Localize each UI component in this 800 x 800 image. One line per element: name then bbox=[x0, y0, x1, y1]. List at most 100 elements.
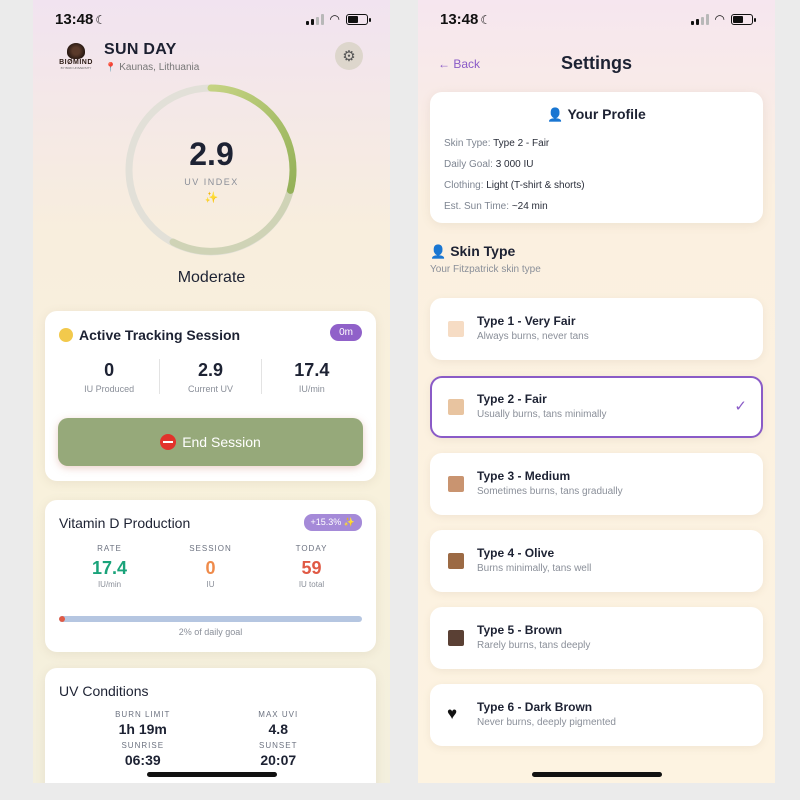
progress-text: 2% of daily goal bbox=[178, 627, 243, 637]
skin-desc: Burns minimally, tans well bbox=[477, 563, 592, 574]
skin-name: Type 6 - Dark Brown bbox=[477, 700, 593, 714]
skin-desc: Always burns, never tans bbox=[477, 331, 589, 342]
skin-swatch bbox=[448, 321, 464, 337]
row-key: Daily Goal: bbox=[444, 159, 493, 170]
uv-conditions-grid: BURN LIMIT 1h 19m MAX UVI 4.8 SUNRISE 06:39… bbox=[75, 710, 346, 768]
settings-gear-button[interactable]: ⚙ bbox=[335, 42, 363, 70]
skin-option-type-3[interactable]: Type 3 - Medium Sometimes burns, tans gr… bbox=[430, 453, 763, 515]
skin-option-type-2[interactable]: Type 2 - Fair Usually burns, tans minima… bbox=[430, 376, 763, 438]
skin-type-subtitle: Your Fitzpatrick skin type bbox=[430, 264, 541, 275]
vitamin-d-stats: RATE 17.4 IU/min SESSION 0 IU TODAY 59 IU tota… bbox=[59, 544, 362, 589]
signal-icon bbox=[305, 13, 324, 25]
stat-value: 17.4 bbox=[294, 360, 330, 380]
skin-option-type-1[interactable]: Type 1 - Very Fair Always burns, never t… bbox=[430, 298, 763, 360]
vd-unit: IU/min bbox=[97, 580, 122, 589]
stat-iu-produced: 0 IU Produced bbox=[59, 359, 159, 394]
black-heart-icon: ♥ bbox=[447, 704, 458, 723]
tracking-title-text: Active Tracking Session bbox=[79, 327, 241, 343]
skin-desc: Rarely burns, tans deeply bbox=[477, 640, 591, 651]
row-value: ~24 min bbox=[511, 201, 548, 212]
vitamin-d-title: Vitamin D Production bbox=[59, 515, 191, 531]
skin-type-heading: 👤 Skin Type bbox=[430, 243, 515, 260]
uvc-header: SUNSET bbox=[259, 741, 298, 750]
vd-value: 17.4 bbox=[91, 558, 128, 578]
change-badge: +15.3% ✨ bbox=[303, 514, 362, 531]
skin-swatch bbox=[448, 399, 464, 415]
tracking-session-card: Active Tracking Session 0m 0 IU Produced … bbox=[45, 311, 376, 481]
skin-desc: Sometimes burns, tans gradually bbox=[477, 486, 623, 497]
burn-limit: BURN LIMIT 1h 19m bbox=[75, 710, 211, 737]
skin-desc: Never burns, deeply pigmented bbox=[477, 717, 616, 728]
settings-screen: 13:48 ☾ ◠ ← Back Settings 👤 Your Profile S… bbox=[418, 0, 775, 783]
home-indicator[interactable] bbox=[146, 772, 277, 777]
uv-level-text: Moderate bbox=[177, 269, 246, 286]
checkmark-icon: ✓ bbox=[734, 398, 747, 415]
smiley-icon bbox=[59, 328, 73, 342]
stat-label: IU/min bbox=[298, 384, 325, 394]
skin-option-type-4[interactable]: Type 4 - Olive Burns minimally, tans wel… bbox=[430, 530, 763, 592]
vd-header: TODAY bbox=[295, 544, 328, 553]
uvc-header: SUNRISE bbox=[121, 741, 165, 750]
uv-index-label: UV INDEX bbox=[184, 177, 239, 187]
vd-unit: IU bbox=[206, 580, 215, 589]
uv-index-value: 2.9 bbox=[189, 136, 234, 172]
app-title: SUN DAY bbox=[104, 41, 177, 58]
profile-row-suntime: Est. Sun Time: ~24 min bbox=[444, 196, 585, 217]
uvc-value: 4.8 bbox=[268, 721, 288, 737]
skin-swatch bbox=[448, 553, 464, 569]
stop-icon bbox=[160, 434, 177, 450]
wifi-icon: ◠ bbox=[329, 12, 340, 26]
stat-value: 2.9 bbox=[197, 360, 223, 380]
logo-text: BIØMIND bbox=[59, 59, 93, 66]
skin-name: Type 2 - Fair bbox=[477, 392, 547, 406]
end-session-label: End Session bbox=[182, 434, 261, 450]
uv-conditions-title: UV Conditions bbox=[59, 683, 149, 699]
moon-icon: ☾ bbox=[95, 13, 107, 27]
skin-name: Type 4 - Olive bbox=[477, 546, 555, 560]
profile-rows: Skin Type: Type 2 - Fair Daily Goal: 3 0… bbox=[444, 133, 585, 217]
page-title: Settings bbox=[560, 53, 632, 73]
person-icon: 👤 bbox=[430, 244, 447, 259]
stat-label: IU Produced bbox=[84, 384, 135, 394]
logo-mark bbox=[67, 43, 85, 59]
brand-logo: BIØMIND BY BIRD UNIVERSITY bbox=[58, 43, 94, 70]
home-screen: 13:48 ☾ ◠ BIØMIND BY BIRD UNIVERSITY SUN … bbox=[33, 0, 390, 783]
stat-current-uv: 2.9 Current UV bbox=[159, 359, 260, 394]
location: 📍 Kaunas, Lithuania bbox=[105, 62, 199, 73]
skin-name: Type 5 - Brown bbox=[477, 623, 563, 637]
stat-value: 0 bbox=[104, 360, 115, 380]
home-indicator[interactable] bbox=[531, 772, 662, 777]
profile-row-skin: Skin Type: Type 2 - Fair bbox=[444, 133, 585, 154]
signal-icon bbox=[690, 13, 709, 25]
vd-header: RATE bbox=[97, 544, 122, 553]
sunrise: SUNRISE 06:39 bbox=[75, 741, 211, 768]
skin-name: Type 3 - Medium bbox=[477, 469, 571, 483]
row-value: Light (T-shirt & shorts) bbox=[486, 180, 585, 191]
tracking-title: Active Tracking Session bbox=[59, 327, 240, 343]
vd-session: SESSION 0 IU bbox=[160, 544, 261, 589]
person-icon: 👤 bbox=[547, 107, 564, 122]
status-time: 13:48 ☾ bbox=[55, 11, 107, 28]
skin-swatch bbox=[448, 476, 464, 492]
uvc-header: MAX UVI bbox=[258, 710, 299, 719]
status-time: 13:48 ☾ bbox=[440, 11, 492, 28]
location-text: Kaunas, Lithuania bbox=[119, 62, 200, 73]
stat-label: Current UV bbox=[187, 384, 233, 394]
uvc-value: 1h 19m bbox=[118, 721, 167, 737]
vd-value: 59 bbox=[301, 558, 322, 578]
uvc-value: 06:39 bbox=[124, 752, 161, 768]
skin-type-heading-text: Skin Type bbox=[450, 243, 516, 259]
max-uvi: MAX UVI 4.8 bbox=[211, 710, 347, 737]
skin-desc: Usually burns, tans minimally bbox=[477, 409, 607, 420]
skin-option-type-5[interactable]: Type 5 - Brown Rarely burns, tans deeply bbox=[430, 607, 763, 669]
sunset: SUNSET 20:07 bbox=[211, 741, 347, 768]
end-session-button[interactable]: End Session bbox=[58, 418, 363, 466]
battery-icon bbox=[731, 13, 756, 25]
vd-unit: IU total bbox=[298, 580, 325, 589]
pin-icon: 📍 bbox=[105, 62, 117, 72]
profile-title-text: Your Profile bbox=[567, 106, 646, 122]
uvc-value: 20:07 bbox=[260, 752, 297, 768]
vd-today: TODAY 59 IU total bbox=[261, 544, 362, 589]
skin-option-type-6[interactable]: ♥ Type 6 - Dark Brown Never burns, deepl… bbox=[430, 684, 763, 746]
battery-icon bbox=[346, 13, 371, 25]
